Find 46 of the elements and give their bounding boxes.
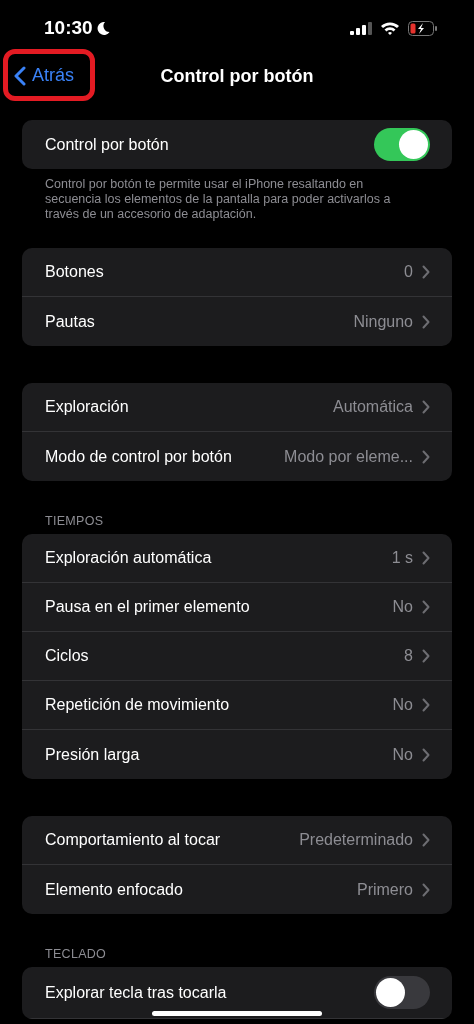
row-label: Explorar tecla tras tocarla bbox=[45, 983, 228, 1002]
chevron-icon bbox=[422, 314, 430, 329]
back-chevron-icon bbox=[14, 65, 26, 86]
chevron-icon bbox=[422, 882, 430, 897]
row-value: No bbox=[392, 696, 413, 714]
section-header: TIEMPOS bbox=[44, 514, 105, 530]
section-header: TECLADO bbox=[44, 947, 108, 963]
chevron-icon bbox=[422, 400, 430, 414]
row-value: Primero bbox=[357, 880, 413, 899]
back-button[interactable]: Atrás bbox=[14, 65, 74, 86]
signal-icon bbox=[350, 21, 372, 35]
row-label: Botones bbox=[45, 263, 105, 281]
row-value: 0 bbox=[404, 263, 413, 281]
row-value: Automática bbox=[332, 398, 413, 416]
row-label: Exploración bbox=[45, 398, 130, 416]
row-value: Ninguno bbox=[353, 312, 413, 331]
chevron-icon bbox=[422, 265, 430, 279]
toggle-switch[interactable] bbox=[374, 128, 430, 161]
row-label: Pausa en el primer elemento bbox=[45, 598, 251, 616]
row-value: Modo por eleme... bbox=[284, 447, 413, 466]
row-label: Pautas bbox=[45, 312, 96, 331]
row-label: Presión larga bbox=[45, 745, 141, 764]
chevron-icon bbox=[422, 747, 430, 762]
chevron-icon bbox=[422, 449, 430, 464]
chevron-icon bbox=[422, 551, 430, 565]
section-footer: Control por botón te permite usar el iPhone resaltando en secuencia los elementos de la pantalla para poder activarlos a través de un accesorio de adaptación. bbox=[22, 169, 452, 222]
row-label: Exploración automática bbox=[45, 549, 213, 567]
chevron-icon bbox=[422, 833, 430, 847]
row-value: No bbox=[392, 745, 413, 764]
page-title: Control por botón bbox=[160, 65, 314, 87]
row-label: Repetición de movimiento bbox=[45, 696, 231, 714]
row-label: Elemento enfocado bbox=[45, 880, 184, 899]
chevron-icon bbox=[422, 698, 430, 712]
row-value: 1 s bbox=[391, 549, 413, 567]
toggle-switch[interactable] bbox=[374, 976, 430, 1009]
row-value: 8 bbox=[404, 647, 413, 665]
status-time: 10:30 bbox=[44, 17, 93, 39]
row-value: No bbox=[392, 598, 413, 616]
row-label: Modo de control por botón bbox=[45, 447, 233, 466]
chevron-icon bbox=[422, 649, 430, 663]
chevron-icon bbox=[422, 600, 430, 614]
row-label: Ciclos bbox=[45, 647, 90, 665]
row-value: Predeterminado bbox=[299, 831, 413, 849]
row-label: Comportamiento al tocar bbox=[45, 831, 222, 849]
wifi-icon bbox=[380, 21, 400, 35]
row-label: Control por botón bbox=[45, 135, 170, 154]
